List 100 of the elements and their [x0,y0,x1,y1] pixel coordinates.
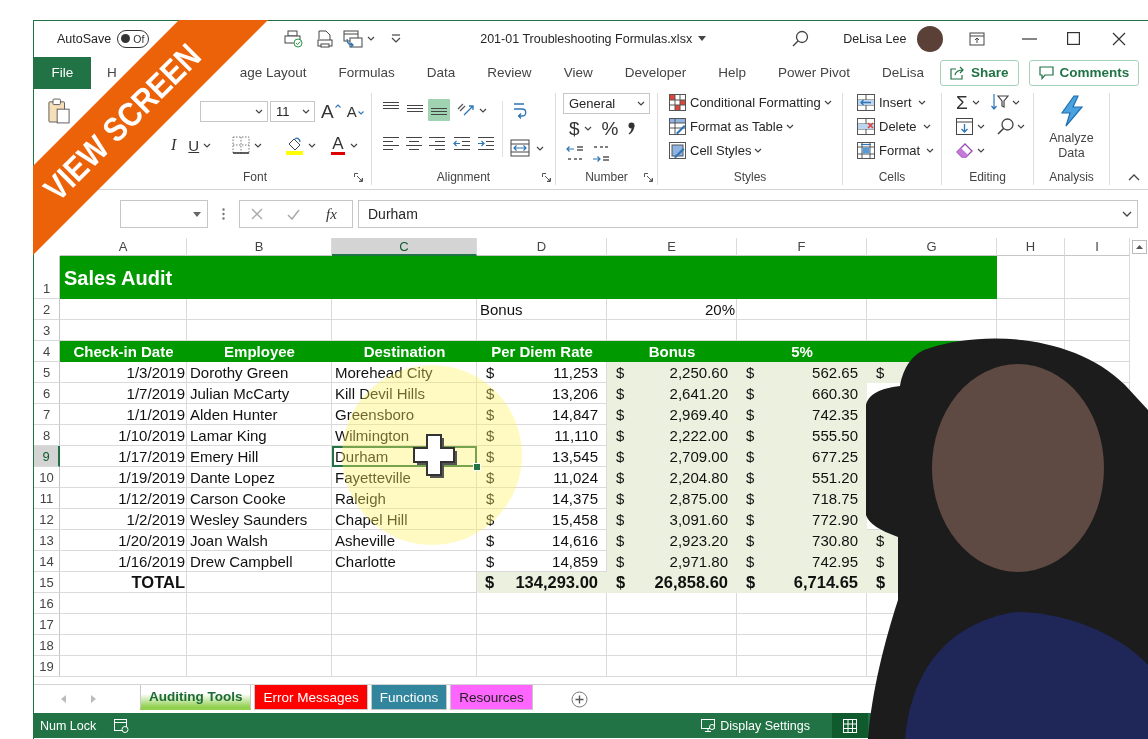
normal-view-button[interactable] [831,713,868,738]
collapse-ribbon-icon[interactable] [1128,174,1140,181]
styles-menu-button[interactable]: Conditional Formatting [658,93,842,111]
row-header[interactable]: 18 [34,635,60,656]
currency-button[interactable]: $ [569,118,580,138]
ribbon-tab[interactable]: Developer [624,63,687,82]
styles-menu-button[interactable]: Format as Table [658,117,842,135]
window-arrow-icon[interactable] [343,29,364,48]
expand-icon[interactable] [1122,211,1132,217]
row-header[interactable]: 4 [34,341,60,362]
row-header[interactable]: 3 [34,320,60,341]
row-header[interactable]: 8 [34,425,60,446]
caret-icon[interactable] [1017,123,1025,129]
add-sheet-icon[interactable] [570,690,588,708]
sheet-tab[interactable]: Functions [370,685,448,710]
row-header[interactable]: 16 [34,593,60,614]
ribbon-tab[interactable]: Formulas [338,63,395,82]
ribbon-display-icon[interactable] [969,31,986,46]
row-header[interactable]: 11 [34,488,60,509]
print-icon[interactable] [317,29,334,48]
caret-icon[interactable] [367,36,376,41]
grow-font-button[interactable]: A [321,102,341,121]
column-header[interactable]: E [607,238,737,256]
column-header[interactable]: C [332,238,477,256]
sort-filter-icon[interactable] [989,93,1009,111]
row-header[interactable]: 9 [34,446,60,467]
caret-icon[interactable] [308,142,317,148]
share-button[interactable]: Share [940,59,1019,86]
row-header[interactable]: 10 [34,467,60,488]
find-icon[interactable] [997,117,1014,135]
printer-check-icon[interactable] [284,29,304,48]
font-color-button[interactable]: A [331,135,345,155]
caret-icon[interactable] [203,142,212,148]
autosum-button[interactable]: Σ [956,92,968,112]
row-header[interactable]: 17 [34,614,60,635]
display-settings-button[interactable]: Display Settings [701,718,810,733]
align-center-icon[interactable] [405,135,423,151]
underline-button[interactable]: U [188,137,200,153]
caret-icon[interactable] [255,109,263,114]
caret-icon[interactable] [302,109,310,114]
row-header[interactable]: 19 [34,656,60,677]
caret-icon[interactable] [349,142,358,148]
analyze-data-button[interactable]: Analyze Data [1043,131,1100,161]
increase-indent-icon[interactable] [477,135,495,151]
caret-icon[interactable] [637,101,645,106]
ribbon-tab[interactable]: age Layout [239,63,307,82]
caret-icon[interactable] [1011,99,1020,105]
row-header[interactable]: 7 [34,404,60,425]
comma-style-icon[interactable] [628,121,636,135]
shrink-font-button[interactable]: A [346,104,364,119]
decrease-indent-icon[interactable] [453,135,471,151]
cells-menu-button[interactable]: Format [843,141,941,159]
minimize-icon[interactable] [1022,37,1038,40]
borders-icon[interactable] [232,136,251,154]
align-left-icon[interactable] [382,135,400,151]
ribbon-tab[interactable]: Data [426,63,456,82]
caret-icon[interactable] [583,125,592,131]
column-header[interactable]: D [477,238,607,256]
ribbon-tab[interactable]: Help [718,63,746,82]
more-icon[interactable] [222,208,225,220]
row-header[interactable]: 14 [34,551,60,572]
ribbon-tab[interactable]: Power Pivot [777,63,850,82]
maximize-icon[interactable] [1067,32,1081,45]
eraser-icon[interactable] [956,142,973,158]
insert-function-button[interactable]: fx [326,205,337,223]
avatar-circle[interactable] [917,25,944,52]
fill-handle[interactable] [473,463,481,471]
row-header[interactable]: 2 [34,299,60,320]
macro-record-icon[interactable] [114,718,130,733]
row-header[interactable]: 12 [34,509,60,530]
italic-button[interactable]: I [171,137,177,153]
cells-menu-button[interactable]: Insert [843,93,941,111]
dialog-launcher-icon[interactable] [644,172,653,182]
row-header[interactable]: 13 [34,530,60,551]
cells-menu-button[interactable]: Delete [843,117,941,135]
column-header[interactable]: H [997,238,1065,256]
dialog-launcher-icon[interactable] [354,172,363,182]
caret-icon[interactable] [971,99,980,105]
row-header[interactable]: 5 [34,362,60,383]
fill-down-icon[interactable] [956,117,973,135]
bottom-align-icon[interactable] [428,99,450,121]
percent-button[interactable]: % [601,118,619,138]
caret-icon[interactable] [193,211,201,217]
clipboard-icon[interactable] [48,98,70,124]
number-format-dropdown[interactable]: General [563,93,650,114]
font-size-field[interactable]: 11 [270,101,315,122]
search-icon[interactable] [792,30,810,47]
column-header[interactable]: I [1065,238,1130,256]
merge-cells-icon[interactable] [510,139,530,157]
caret-icon[interactable] [536,145,544,151]
sheet-tab[interactable]: Error Messages [254,685,368,710]
formula-field[interactable]: Durham [358,200,1138,228]
ribbon-tab[interactable]: Review [487,63,532,82]
lightning-icon[interactable] [1058,95,1085,127]
sheet-tab[interactable]: Resources [450,685,533,710]
sheet-tab[interactable]: Auditing Tools [140,685,252,710]
ribbon-tab[interactable]: DeLisa [882,63,925,82]
row-header[interactable]: 15 [34,572,60,593]
close-icon[interactable] [1112,31,1127,46]
styles-menu-button[interactable]: Cell Styles [658,141,842,159]
